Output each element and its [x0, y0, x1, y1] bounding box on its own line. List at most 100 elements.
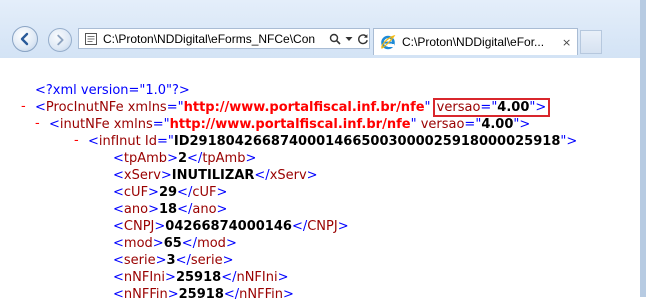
- tag-close-bracket: >: [306, 168, 318, 183]
- window-border: [640, 0, 646, 297]
- back-button[interactable]: [12, 26, 38, 52]
- attribute-value: 4.00: [481, 117, 514, 132]
- tag-close-bracket: >: [167, 287, 179, 302]
- field-value: 18: [158, 202, 178, 217]
- new-tab-button[interactable]: [580, 30, 602, 54]
- tag-name: ProcInutNFe: [45, 100, 124, 115]
- internet-explorer-icon: [381, 34, 396, 50]
- collapse-toggle[interactable]: -: [21, 99, 26, 114]
- equals: =: [480, 100, 492, 115]
- tag-name: nNFIni: [236, 270, 278, 285]
- field-value: 3: [166, 253, 176, 268]
- attribute-value: http://www.portalfiscal.inf.br/nfe: [183, 100, 425, 115]
- search-icon[interactable]: [329, 33, 341, 45]
- tag-close-bracket: >: [152, 236, 164, 251]
- tag-name: ano: [192, 202, 217, 217]
- tag-open-bracket: <: [113, 168, 124, 183]
- equals: =: [156, 134, 168, 149]
- browser-tab[interactable]: C:\Proton\NDDigital\eFor... ×: [373, 28, 578, 55]
- tag-close-bracket: >: [148, 185, 159, 200]
- xml-field-nnfini: <nNFIni>25918</nNFIni>: [113, 269, 289, 286]
- tab-title[interactable]: C:\Proton\NDDigital\eFor...: [402, 35, 560, 49]
- forward-button[interactable]: [48, 28, 72, 52]
- tag-close-bracket: >: [154, 219, 166, 234]
- tag-close-bracket: >: [519, 117, 531, 132]
- xml-field-mod: <mod>65</mod>: [113, 235, 237, 252]
- xml-document: <?xml version="1.0"?> - <ProcInutNFe xml…: [0, 58, 640, 302]
- tag-name: mod: [197, 236, 226, 251]
- close-tab-icon[interactable]: ×: [562, 37, 571, 48]
- quote: ": [410, 117, 417, 132]
- chevron-down-icon[interactable]: [345, 35, 353, 43]
- xml-field-tpamb: <tpAmb>2</tpAmb>: [113, 150, 256, 167]
- versao-highlight: versao="4.00">: [432, 98, 551, 117]
- equals: =: [464, 117, 476, 132]
- tag-name: tpAmb: [202, 151, 246, 166]
- tag-open-bracket: </: [291, 219, 308, 234]
- tag-close-bracket: >: [165, 270, 176, 285]
- tag-close-bracket: >: [282, 287, 294, 302]
- back-arrow-icon: [20, 32, 29, 46]
- browser-toolbar: C:\Proton\NDDigital\eForms_NFCe\Con C:\P…: [0, 0, 646, 58]
- attribute-value: http://www.portalfiscal.inf.br/nfe: [169, 117, 411, 132]
- tag-close-bracket: >: [566, 134, 578, 149]
- quote: ": [424, 100, 431, 115]
- xml-element-procinutnfe: <ProcInutNFe xmlns="http://www.portalfis…: [35, 98, 551, 117]
- tag-open-bracket: </: [175, 253, 191, 268]
- tag-open-bracket: </: [221, 270, 237, 285]
- tag-close-bracket: >: [216, 202, 228, 217]
- tag-open-bracket: </: [223, 287, 240, 302]
- tag-name: tpAmb: [123, 151, 168, 166]
- collapse-toggle[interactable]: -: [35, 116, 40, 131]
- tag-open-bracket: <: [49, 117, 60, 132]
- tag-name: CNPJ: [307, 219, 338, 234]
- equals: =: [152, 117, 164, 132]
- tag-name: cUF: [123, 185, 149, 200]
- attribute-name: Id: [144, 134, 157, 149]
- xml-field-nnffin: <nNFFin>25918</nNFFin>: [113, 286, 294, 303]
- attribute-value: 4.00: [497, 100, 530, 115]
- tag-open-bracket: <: [113, 219, 124, 234]
- tag-open-bracket: <: [35, 100, 46, 115]
- tag-name: serie: [123, 253, 156, 268]
- tag-close-bracket: >: [160, 168, 172, 183]
- equals: =: [166, 100, 178, 115]
- xml-declaration-text: <?xml version="1.0"?>: [35, 83, 190, 98]
- xml-field-xserv: <xServ>INUTILIZAR</xServ>: [113, 167, 318, 184]
- tag-close-bracket: >: [148, 202, 159, 217]
- tag-close-bracket: >: [277, 270, 289, 285]
- forward-arrow-icon: [57, 34, 64, 46]
- collapse-toggle[interactable]: -: [74, 133, 79, 148]
- tag-open-bracket: <: [113, 287, 124, 302]
- tag-name: xServ: [269, 168, 307, 183]
- address-text[interactable]: C:\Proton\NDDigital\eForms_NFCe\Con: [103, 32, 325, 46]
- address-bar[interactable]: C:\Proton\NDDigital\eForms_NFCe\Con: [78, 28, 370, 49]
- xml-declaration: <?xml version="1.0"?>: [35, 82, 190, 99]
- tag-close-bracket: >: [222, 253, 234, 268]
- tag-close-bracket: >: [167, 151, 178, 166]
- tag-open-bracket: <: [113, 253, 124, 268]
- tag-open-bracket: <: [113, 202, 124, 217]
- tag-open-bracket: </: [181, 236, 198, 251]
- attribute-name: versao: [420, 117, 465, 132]
- tag-open-bracket: <: [113, 270, 124, 285]
- tag-name: ano: [123, 202, 149, 217]
- tag-open-bracket: </: [177, 202, 193, 217]
- tag-open-bracket: <: [113, 185, 124, 200]
- tag-close-bracket: >: [216, 185, 228, 200]
- field-value: 29: [158, 185, 178, 200]
- field-value: 2: [177, 151, 188, 166]
- tag-name: CNPJ: [123, 219, 155, 234]
- tag-close-bracket: >: [245, 151, 257, 166]
- xml-field-cuf: <cUF>29</cUF>: [113, 184, 227, 201]
- tag-open-bracket: <: [113, 151, 124, 166]
- refresh-icon[interactable]: [357, 33, 369, 45]
- tag-close-bracket: >: [225, 236, 237, 251]
- tag-name: xServ: [123, 168, 161, 183]
- field-value: 65: [163, 236, 182, 251]
- field-value: 25918: [175, 270, 222, 285]
- tag-name: serie: [190, 253, 223, 268]
- field-value: INUTILIZAR: [171, 168, 255, 183]
- field-value: 25918: [178, 287, 224, 302]
- tag-name: cUF: [192, 185, 217, 200]
